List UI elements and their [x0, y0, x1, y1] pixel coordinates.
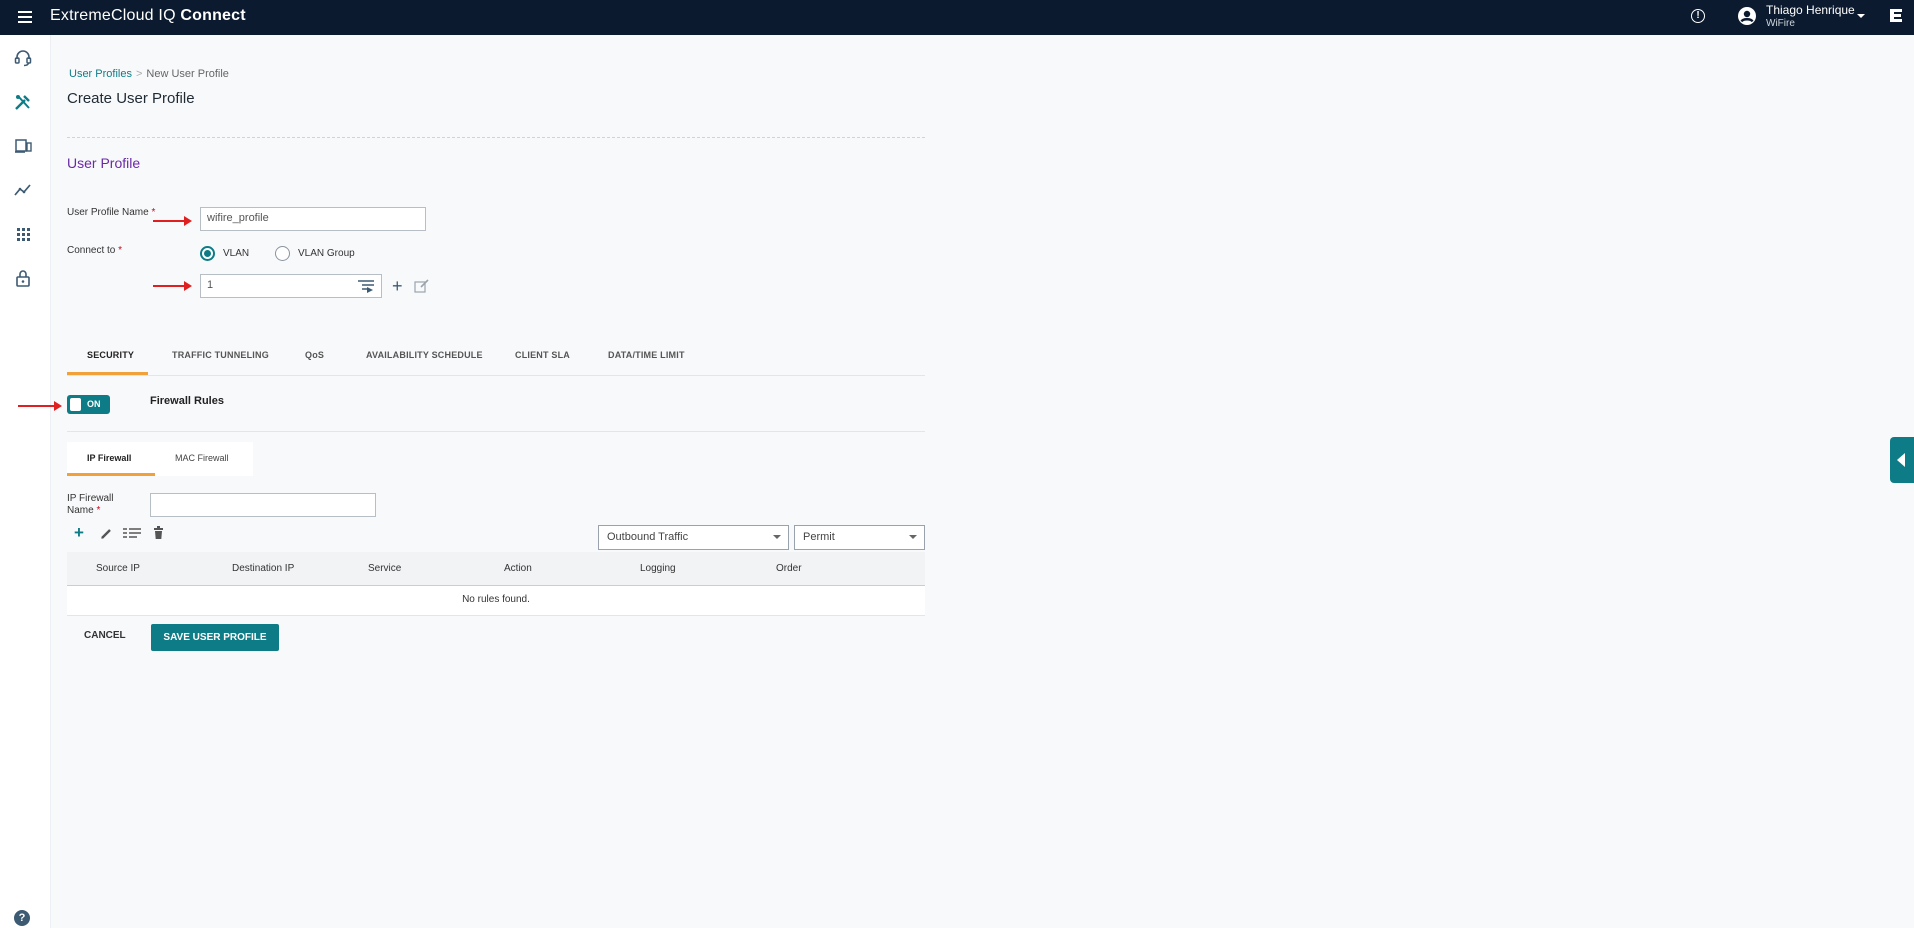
top-bar: ExtremeCloud IQ Connect ! Thiago Henriqu… [0, 0, 1914, 35]
cancel-button[interactable]: CANCEL [84, 630, 126, 641]
firewall-toggle[interactable]: ON [67, 395, 110, 414]
vlan-input-value: 1 [207, 279, 214, 291]
ip-firewall-label-line2: Name [67, 505, 94, 516]
devices-icon[interactable] [13, 136, 33, 156]
vlan-input[interactable]: 1 [200, 274, 382, 298]
column-header-service[interactable]: Service [368, 563, 401, 574]
active-subtab-indicator [67, 473, 155, 476]
tab-data-time-limit[interactable]: DATA/TIME LIMIT [608, 350, 685, 360]
firewall-rules-table: Source IP Destination IP Service Action … [67, 552, 925, 616]
delete-icon[interactable] [153, 526, 164, 540]
breadcrumb-user-profiles-link[interactable]: User Profiles [69, 68, 132, 80]
tab-security[interactable]: SECURITY [87, 350, 134, 360]
help-icon[interactable]: ? [14, 910, 30, 926]
apps-grid-icon[interactable] [13, 224, 33, 244]
default-action-select[interactable]: Permit [794, 525, 925, 550]
lock-icon[interactable] [13, 268, 33, 288]
tab-traffic-tunneling[interactable]: TRAFFIC TUNNELING [172, 350, 269, 360]
breadcrumb-current: New User Profile [146, 68, 229, 80]
tab-availability-schedule[interactable]: AVAILABILITY SCHEDULE [366, 350, 483, 360]
profile-tabs: SECURITY TRAFFIC TUNNELING QoS AVAILABIL… [67, 339, 925, 376]
vlan-radio-label[interactable]: VLAN [223, 248, 249, 259]
required-mark: * [151, 207, 156, 218]
extreme-logo-icon [1890, 9, 1902, 25]
required-mark: * [118, 245, 123, 256]
column-header-logging[interactable]: Logging [640, 563, 676, 574]
edit-icon[interactable] [414, 279, 430, 293]
save-user-profile-button[interactable]: SAVE USER PROFILE [151, 624, 279, 651]
profile-name-label-text: User Profile Name [67, 207, 149, 218]
annotation-arrow [153, 216, 192, 226]
column-header-order[interactable]: Order [776, 563, 802, 574]
vlan-group-radio[interactable] [275, 246, 290, 261]
list-select-icon[interactable] [358, 279, 375, 293]
annotation-arrow [18, 401, 62, 411]
user-menu[interactable]: Thiago Henrique WiFire [1766, 4, 1855, 30]
menu-icon[interactable] [18, 11, 32, 23]
list-icon[interactable] [123, 527, 142, 540]
edit-icon[interactable] [100, 527, 113, 540]
divider [67, 431, 925, 432]
active-tab-indicator [67, 372, 148, 375]
analytics-icon[interactable] [13, 180, 33, 200]
vlan-group-radio-label[interactable]: VLAN Group [298, 248, 355, 259]
firewall-rules-title: Firewall Rules [150, 395, 224, 407]
empty-table-message: No rules found. [462, 594, 530, 605]
subtab-ip-firewall[interactable]: IP Firewall [87, 453, 131, 463]
profile-name-label: User Profile Name * [67, 207, 155, 218]
divider [67, 137, 925, 138]
ip-firewall-label-line1: IP Firewall [67, 493, 114, 504]
tab-client-sla[interactable]: CLIENT SLA [515, 350, 570, 360]
ip-firewall-name-input[interactable] [150, 493, 376, 517]
toggle-label: ON [87, 399, 101, 409]
add-icon[interactable]: + [74, 523, 84, 543]
column-header-action[interactable]: Action [504, 563, 532, 574]
connect-to-label-text: Connect to [67, 245, 116, 256]
chevron-down-icon[interactable] [1857, 14, 1865, 18]
tab-qos[interactable]: QoS [305, 350, 324, 360]
traffic-direction-select[interactable]: Outbound Traffic [598, 525, 789, 550]
breadcrumb-separator: > [135, 68, 143, 80]
add-icon[interactable]: + [392, 276, 403, 297]
vlan-radio[interactable] [200, 246, 215, 261]
chevron-down-icon [773, 535, 781, 539]
headset-icon[interactable] [13, 48, 33, 68]
toggle-knob [70, 398, 81, 411]
collapse-panel-icon[interactable] [1890, 437, 1914, 483]
page-title: Create User Profile [67, 90, 195, 107]
brand-bold: Connect [180, 7, 246, 24]
app-brand: ExtremeCloud IQ Connect [50, 7, 246, 25]
annotation-arrow [153, 281, 192, 291]
default-action-value: Permit [803, 531, 835, 543]
subtab-mac-firewall[interactable]: MAC Firewall [175, 453, 229, 463]
column-header-destination-ip[interactable]: Destination IP [232, 563, 294, 574]
brand-light: ExtremeCloud IQ [50, 7, 176, 24]
chevron-down-icon [909, 535, 917, 539]
traffic-direction-value: Outbound Traffic [607, 531, 689, 543]
info-icon[interactable]: ! [1691, 9, 1705, 23]
column-header-source-ip[interactable]: Source IP [96, 563, 140, 574]
section-title: User Profile [67, 155, 141, 171]
firewall-subtabs: IP Firewall MAC Firewall [67, 442, 253, 476]
user-name: Thiago Henrique [1766, 3, 1855, 17]
required-mark: * [96, 505, 101, 516]
breadcrumb: User Profiles > New User Profile [69, 68, 229, 80]
profile-name-input[interactable]: wifire_profile [200, 207, 426, 231]
ip-firewall-name-label: IP Firewall Name * [67, 493, 114, 517]
account-circle-icon[interactable] [1737, 6, 1757, 26]
table-header: Source IP Destination IP Service Action … [67, 552, 925, 586]
sidebar: ? [0, 35, 51, 928]
connect-to-label: Connect to * [67, 245, 122, 256]
tools-icon[interactable] [13, 92, 33, 112]
user-org: WiFire [1766, 18, 1795, 29]
